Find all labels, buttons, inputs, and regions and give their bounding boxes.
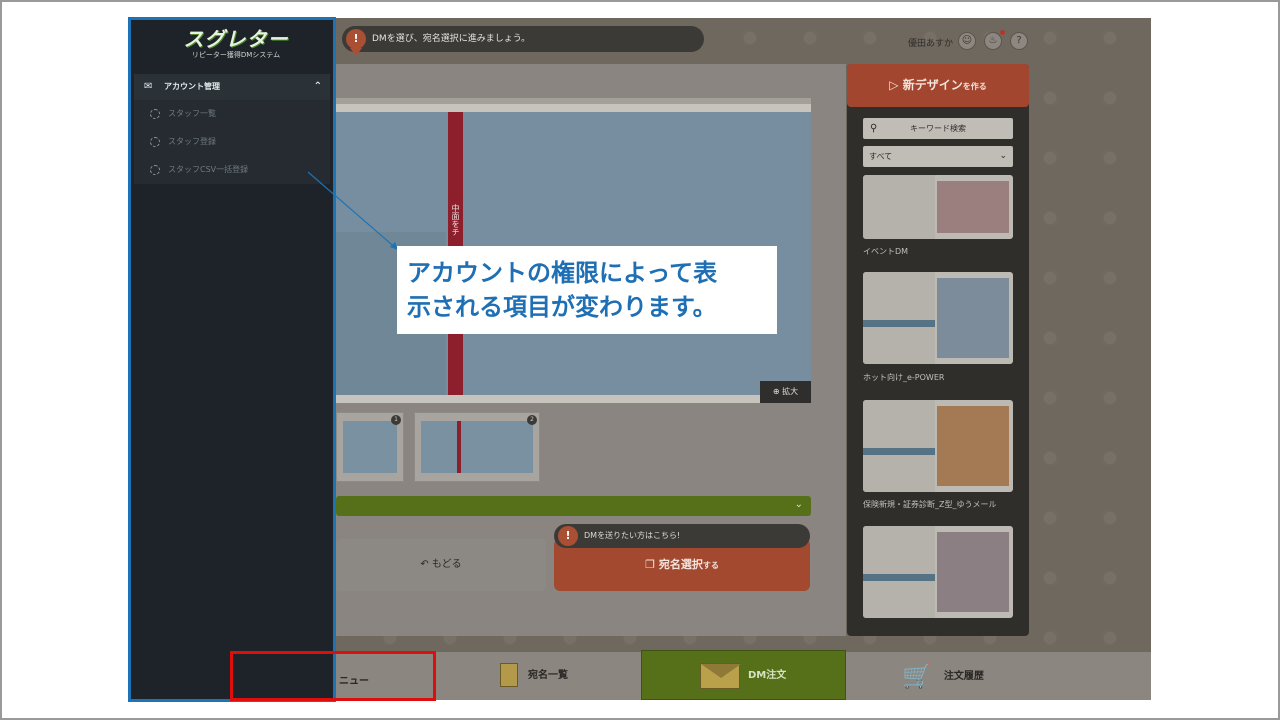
template-card[interactable] (863, 400, 1013, 492)
help-icon[interactable]: ? (1010, 32, 1028, 50)
nav-order-history-label: 注文履歴 (943, 671, 984, 682)
nav-dm-order-label: DM注文 (748, 670, 787, 681)
app-logo: スグレター リピーター獲得DMシステム (181, 28, 291, 66)
submenu-staff-csv[interactable]: スタッフCSV一括登録 (134, 156, 330, 184)
account-management-menu[interactable]: ✉ アカウント管理 ⌃ (134, 74, 330, 100)
account-submenu: スタッフ一覧 スタッフ登録 スタッフCSV一括登録 (134, 100, 330, 184)
template-left (863, 526, 935, 618)
logo-main: スグレター (183, 27, 289, 51)
category-select[interactable]: すべて ⌄ (863, 146, 1013, 167)
new-design-label: 新デザイン (902, 78, 963, 92)
thumb-image (421, 421, 533, 473)
cart-icon: 🛒 (902, 662, 932, 690)
user-name: 優田あすか (908, 39, 954, 49)
submenu-label: スタッフ一覧 (168, 109, 216, 118)
template-stripe (863, 447, 935, 455)
chevron-up-icon: ⌃ (313, 81, 322, 92)
copy-icon: ❐ (645, 558, 659, 571)
submenu-staff-list[interactable]: スタッフ一覧 (134, 100, 330, 128)
template-right (937, 181, 1009, 233)
highlight-red-box (230, 651, 436, 701)
side-menu: スグレター リピーター獲得DMシステム ✉ アカウント管理 ⌃ スタッフ一覧 ス… (128, 17, 336, 702)
callout-line-2: 示される項目が変わります。 (407, 293, 717, 321)
nav-address-list[interactable]: 宛名一覧 (500, 652, 568, 700)
info-icon: ! (346, 29, 366, 49)
template-left (863, 175, 935, 239)
submenu-label: スタッフCSV一括登録 (168, 165, 249, 174)
search-label: キーワード検索 (910, 124, 966, 133)
top-hint-pill: ! DMを選び、宛名選択に進みましょう。 (342, 26, 704, 56)
template-right (937, 278, 1009, 358)
clipboard-icon (500, 663, 518, 687)
zoom-label: 拡大 (782, 387, 799, 396)
template-card[interactable] (863, 175, 1013, 239)
logo-sub: リピーター獲得DMシステム (191, 51, 281, 59)
loading-ring-icon (150, 137, 160, 147)
template-card[interactable] (863, 272, 1013, 364)
user-icon[interactable]: ☺ (958, 32, 976, 50)
back-button[interactable]: ↶ もどる (336, 539, 546, 591)
thumb-number: 1 (391, 415, 401, 425)
hint-tail (350, 48, 362, 56)
account-management-label: アカウント管理 (164, 82, 220, 91)
loading-ring-icon (150, 165, 160, 175)
page-thumb-2[interactable]: 2 (414, 412, 540, 482)
thumb-image (343, 421, 397, 473)
callout-line-1: アカウントの権限によって表 (407, 259, 718, 287)
nav-address-list-label: 宛名一覧 (528, 670, 568, 681)
send-hint-text: DMを送りたい方はこちら! (584, 531, 681, 540)
chevron-down-icon: ⌄ (999, 151, 1007, 161)
template-stripe (863, 319, 935, 327)
chevron-down-icon: ⌄ (794, 499, 803, 510)
envelope-icon (700, 663, 741, 689)
loading-ring-icon (150, 109, 160, 119)
nav-order-history[interactable]: 🛒 注文履歴 (902, 652, 984, 700)
new-design-button[interactable]: ▷ 新デザインを作る (847, 64, 1029, 107)
notification-badge (1000, 30, 1005, 35)
new-design-suffix: を作る (962, 82, 987, 91)
mail-icon: ✉ (144, 81, 153, 92)
info-icon: ! (558, 526, 578, 546)
thumb-red-strip (457, 421, 461, 473)
submenu-label: スタッフ登録 (168, 137, 216, 146)
template-card[interactable] (863, 526, 1013, 618)
template-label: ホット向け_e-POWER (863, 373, 945, 382)
preview-strip-text: 中面をチ (451, 204, 460, 236)
submenu-staff-register[interactable]: スタッフ登録 (134, 128, 330, 156)
top-hint-text: DMを選び、宛名選択に進みましょう。 (372, 34, 531, 44)
zoom-icon: ⊕ (772, 387, 783, 396)
send-hint-pill: ! DMを送りたい方はこちら! (554, 524, 810, 548)
annotation-callout: アカウントの権限によって表 示される項目が変わります。 (397, 246, 777, 334)
undo-icon: ↶ (420, 559, 432, 570)
template-stripe (863, 573, 935, 581)
category-value: すべて (869, 152, 893, 161)
template-label: 保険新規・証券診断_Z型_ゆうメール (863, 500, 997, 509)
search-icon: ⚲ (870, 123, 878, 134)
zoom-button[interactable]: ⊕ 拡大 (760, 381, 811, 403)
option-dropdown[interactable]: ⌄ (336, 496, 811, 516)
keyword-search-button[interactable]: ⚲ キーワード検索 (863, 118, 1013, 139)
back-label: もどる (431, 559, 462, 570)
nav-dm-order[interactable]: DM注文 (641, 650, 846, 700)
bell-icon[interactable]: ♨ (984, 32, 1002, 50)
template-left (863, 400, 935, 492)
address-label: 宛名選択 (658, 558, 703, 571)
template-label: イベントDM (863, 247, 909, 256)
template-right (937, 406, 1009, 486)
page-thumb-1[interactable]: 1 (336, 412, 404, 482)
template-left (863, 272, 935, 364)
play-icon: ▷ (889, 78, 903, 92)
address-suffix: する (702, 561, 719, 570)
thumb-number: 2 (527, 415, 537, 425)
template-right (937, 532, 1009, 612)
